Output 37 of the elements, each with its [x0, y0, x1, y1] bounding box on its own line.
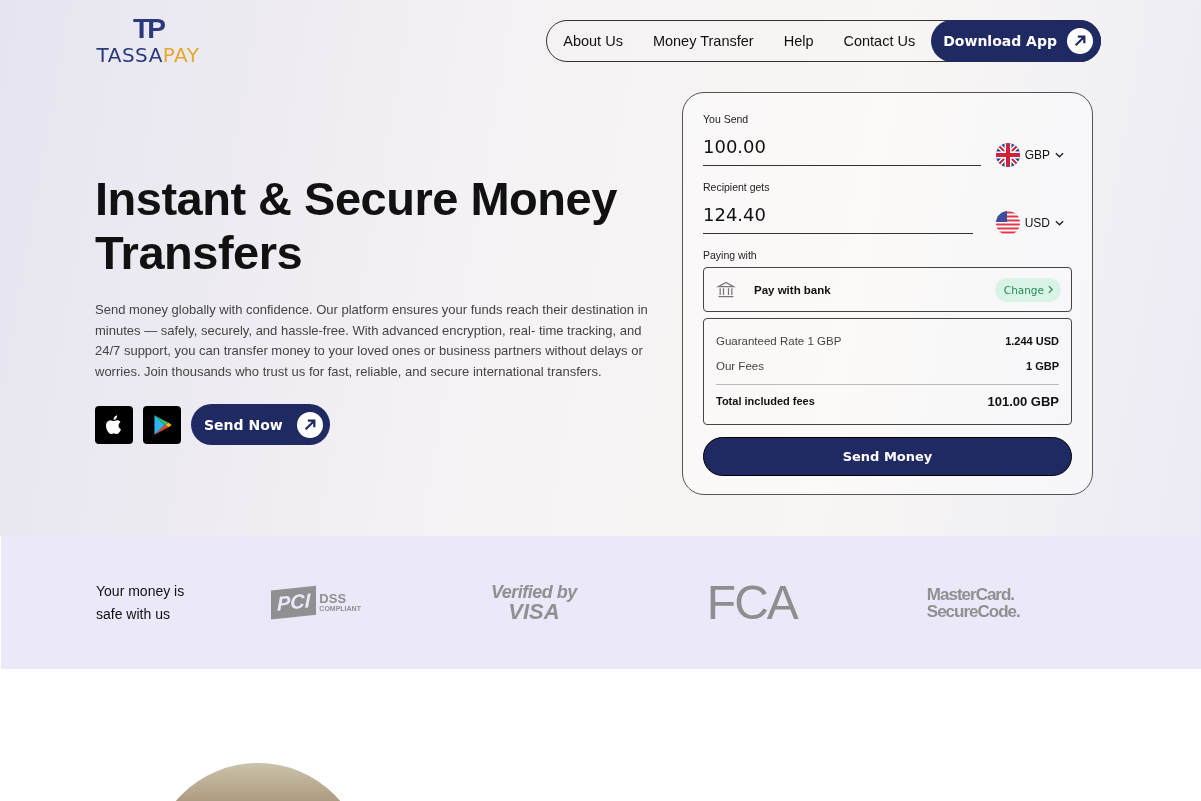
amount-field[interactable]: 124.40	[703, 200, 973, 234]
nav-link[interactable]: About Us	[563, 33, 623, 49]
logo[interactable]: TP TASSAPAY	[90, 14, 206, 66]
field-label: Recipient gets	[703, 181, 771, 193]
nav-link[interactable]: Money Transfer	[652, 33, 754, 49]
nav-link[interactable]: Contact Us	[843, 33, 916, 49]
summary-label: Our Fees	[716, 359, 764, 374]
verified-by-visa-logo: Verified by VISA	[490, 582, 577, 623]
google-play-button[interactable]	[143, 405, 181, 444]
download-app-button[interactable]: Download App	[931, 20, 1101, 62]
amount-field[interactable]: 100.00	[703, 132, 981, 166]
currency-dropdown[interactable]: GBP	[995, 143, 1064, 167]
summary-value: 1 GBP	[1026, 359, 1059, 374]
summary-label: Guaranteed Rate 1 GBP	[716, 334, 842, 349]
securecode-logo: MasterCard. SecureCode.	[926, 585, 1020, 620]
change-button[interactable]: Change	[994, 277, 1061, 302]
trust-title: Your money is safe with us	[96, 581, 186, 624]
chevron-down-icon	[1055, 152, 1064, 158]
apple-store-button[interactable]	[95, 405, 133, 444]
bank-icon	[716, 279, 736, 300]
nav-link[interactable]: Help	[783, 33, 814, 49]
send-now-button[interactable]: Send Now	[191, 404, 330, 445]
total-value: 101.00 GBP	[987, 393, 1059, 411]
us-flag-icon	[995, 211, 1020, 235]
field-label: Paying with	[703, 249, 758, 261]
payment-method: Pay with bank	[754, 283, 832, 296]
send-money-button[interactable]: Send Money	[703, 437, 1072, 476]
hero-title: Instant & Secure Money Transfers	[95, 172, 618, 280]
fca-logo: FCA	[706, 575, 797, 630]
chevron-down-icon	[1055, 220, 1064, 226]
total-label: Total included fees	[716, 394, 815, 409]
summary-value: 1.244 USD	[1005, 334, 1059, 349]
field-label: You Send	[703, 113, 750, 125]
uk-flag-icon	[995, 143, 1020, 167]
hero-description: Send money globally with confidence. Our platform ensures your funds reach their destination in minutes — safely, securely, and hassle-free. With advanced encryption, real- time tracking, and 24/7 support, you can transfer money to your loved ones or business partners without delays or worries. Join thousands who trust us for fast, reliable, and secure international transfers.	[95, 301, 649, 381]
chevron-right-icon	[1048, 285, 1053, 294]
currency-dropdown[interactable]: USD	[995, 211, 1064, 235]
